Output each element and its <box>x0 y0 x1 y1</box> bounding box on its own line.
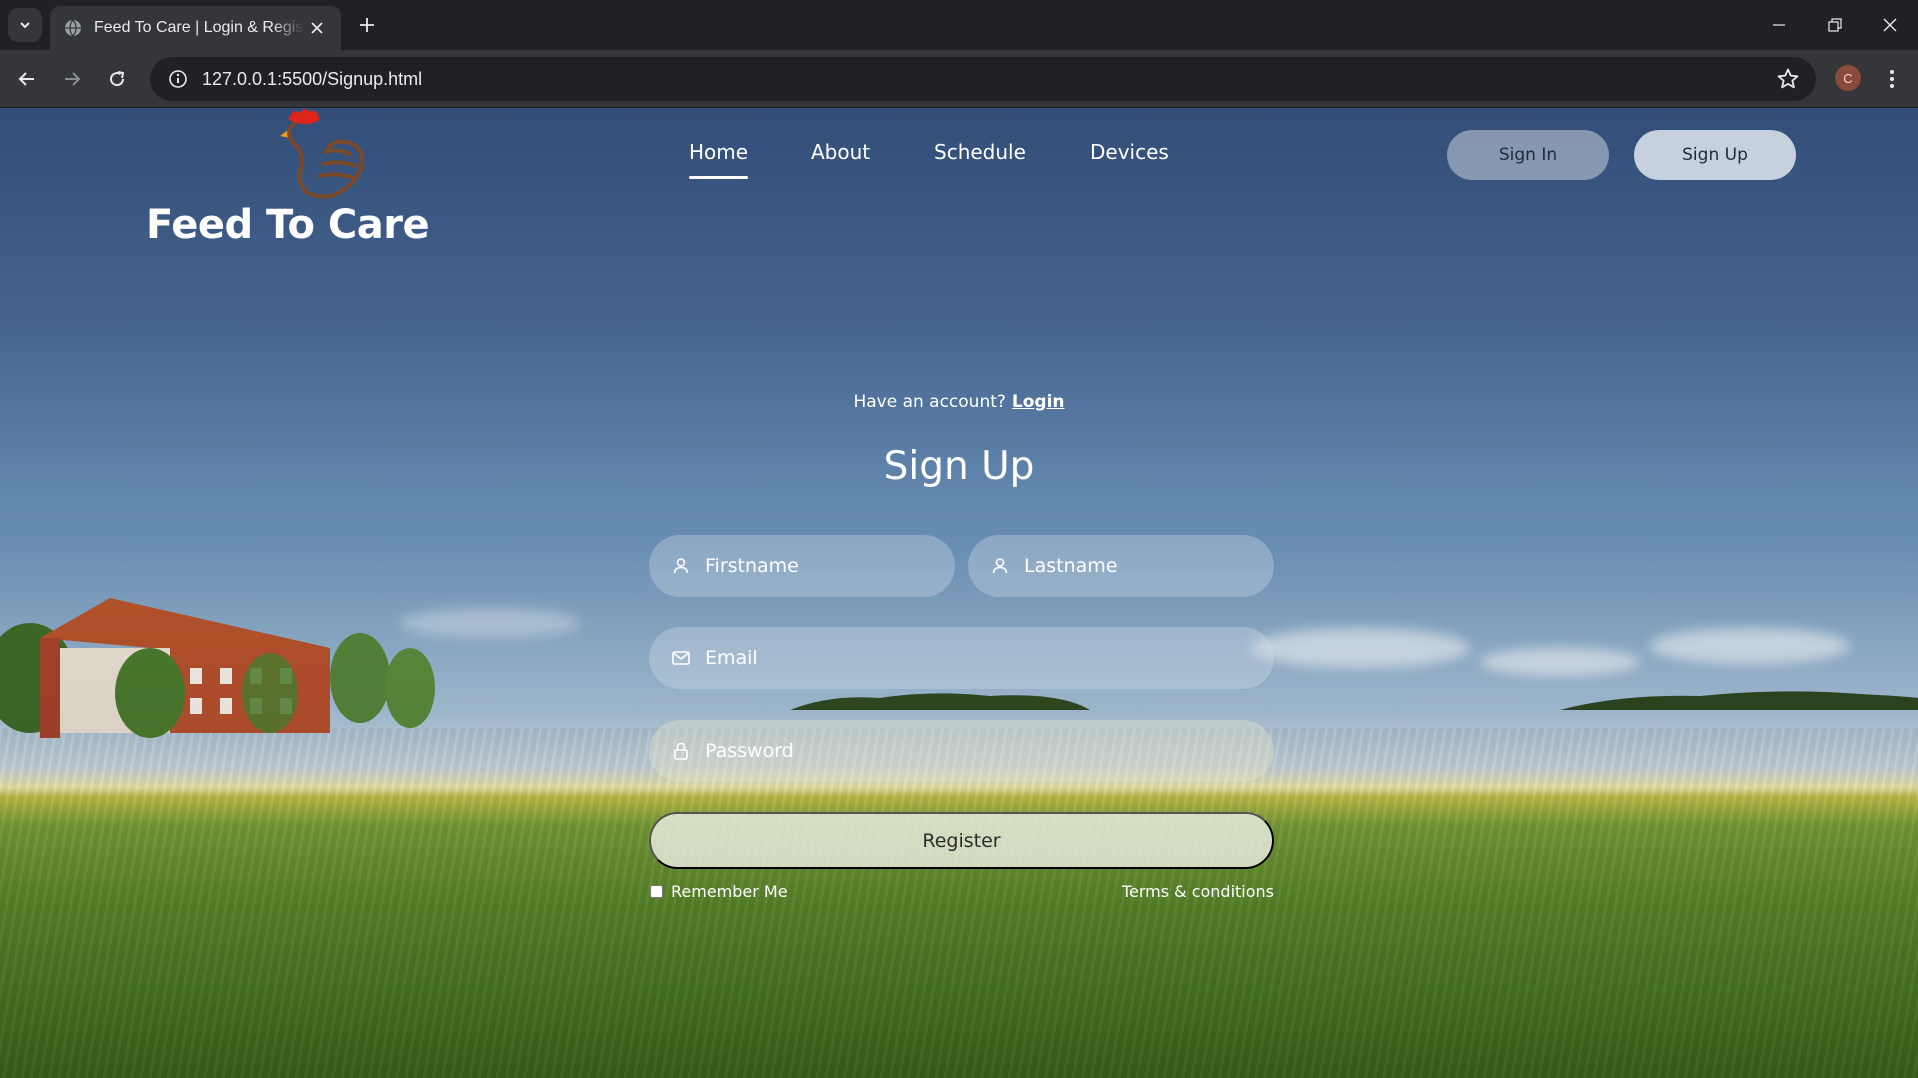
have-account-text: Have an account? <box>853 392 1006 412</box>
email-field[interactable]: Email <box>649 627 1274 689</box>
brand-name[interactable]: Feed To Care <box>146 202 430 248</box>
nav-devices[interactable]: Devices <box>1090 140 1169 164</box>
new-tab-button[interactable] <box>352 10 382 40</box>
globe-icon <box>65 19 81 37</box>
forward-button[interactable] <box>55 62 89 96</box>
user-icon <box>673 558 689 574</box>
tab-title: Feed To Care | Login & Registration <box>94 19 304 36</box>
password-field[interactable]: Password <box>649 720 1274 782</box>
mail-icon <box>672 651 690 665</box>
firstname-placeholder: Firstname <box>705 555 799 577</box>
register-button[interactable]: Register <box>649 812 1274 869</box>
plus-icon <box>360 18 374 32</box>
browser-tab-strip: Feed To Care | Login & Registration <box>0 0 1918 50</box>
tab-search-button[interactable] <box>8 8 42 42</box>
login-link[interactable]: Login <box>1012 392 1065 412</box>
lastname-placeholder: Lastname <box>1024 555 1118 577</box>
profile-avatar[interactable]: C <box>1835 65 1861 91</box>
email-placeholder: Email <box>705 647 758 669</box>
firstname-field[interactable]: Firstname <box>649 535 955 597</box>
lastname-field[interactable]: Lastname <box>968 535 1274 597</box>
remember-me: Remember Me <box>650 882 788 901</box>
restore-icon <box>1828 18 1842 32</box>
lock-icon <box>674 742 688 760</box>
nav-about[interactable]: About <box>811 140 870 164</box>
page-title: Sign Up <box>883 444 1035 489</box>
chevron-down-icon <box>20 22 30 29</box>
reload-button[interactable] <box>100 62 134 96</box>
page-background <box>0 108 1918 1078</box>
restore-button[interactable] <box>1807 0 1863 50</box>
close-icon <box>1883 18 1897 32</box>
user-icon <box>992 558 1008 574</box>
password-placeholder: Password <box>705 740 794 762</box>
background-overlay <box>0 108 1918 1078</box>
browser-tab[interactable]: Feed To Care | Login & Registration <box>50 6 341 50</box>
reload-icon <box>110 71 125 87</box>
have-account-line: Have an account? Login <box>0 392 1918 412</box>
nav-home[interactable]: Home <box>689 140 749 179</box>
star-icon[interactable] <box>1776 67 1800 91</box>
arrow-right-icon <box>65 72 81 86</box>
nav-schedule[interactable]: Schedule <box>934 140 1026 164</box>
browser-menu-button[interactable] <box>1880 64 1904 94</box>
sign-in-button[interactable]: Sign In <box>1447 130 1609 180</box>
info-icon <box>169 70 187 88</box>
browser-toolbar: 127.0.0.1:5500/Signup.html C <box>0 50 1918 108</box>
close-window-button[interactable] <box>1862 0 1918 50</box>
back-button[interactable] <box>10 62 44 96</box>
more-vert-icon <box>1890 70 1894 88</box>
tab-close-icon[interactable] <box>307 18 327 38</box>
terms-link[interactable]: Terms & conditions <box>1100 882 1274 901</box>
minimize-button[interactable] <box>1751 0 1807 50</box>
address-bar[interactable]: 127.0.0.1:5500/Signup.html <box>150 57 1816 101</box>
minimize-icon <box>1773 24 1785 26</box>
sign-up-button[interactable]: Sign Up <box>1634 130 1796 180</box>
remember-me-checkbox[interactable] <box>650 885 663 898</box>
site-info-button[interactable] <box>156 57 200 101</box>
arrow-left-icon <box>18 72 34 86</box>
url-text: 127.0.0.1:5500/Signup.html <box>202 68 423 89</box>
remember-me-label[interactable]: Remember Me <box>671 882 788 901</box>
